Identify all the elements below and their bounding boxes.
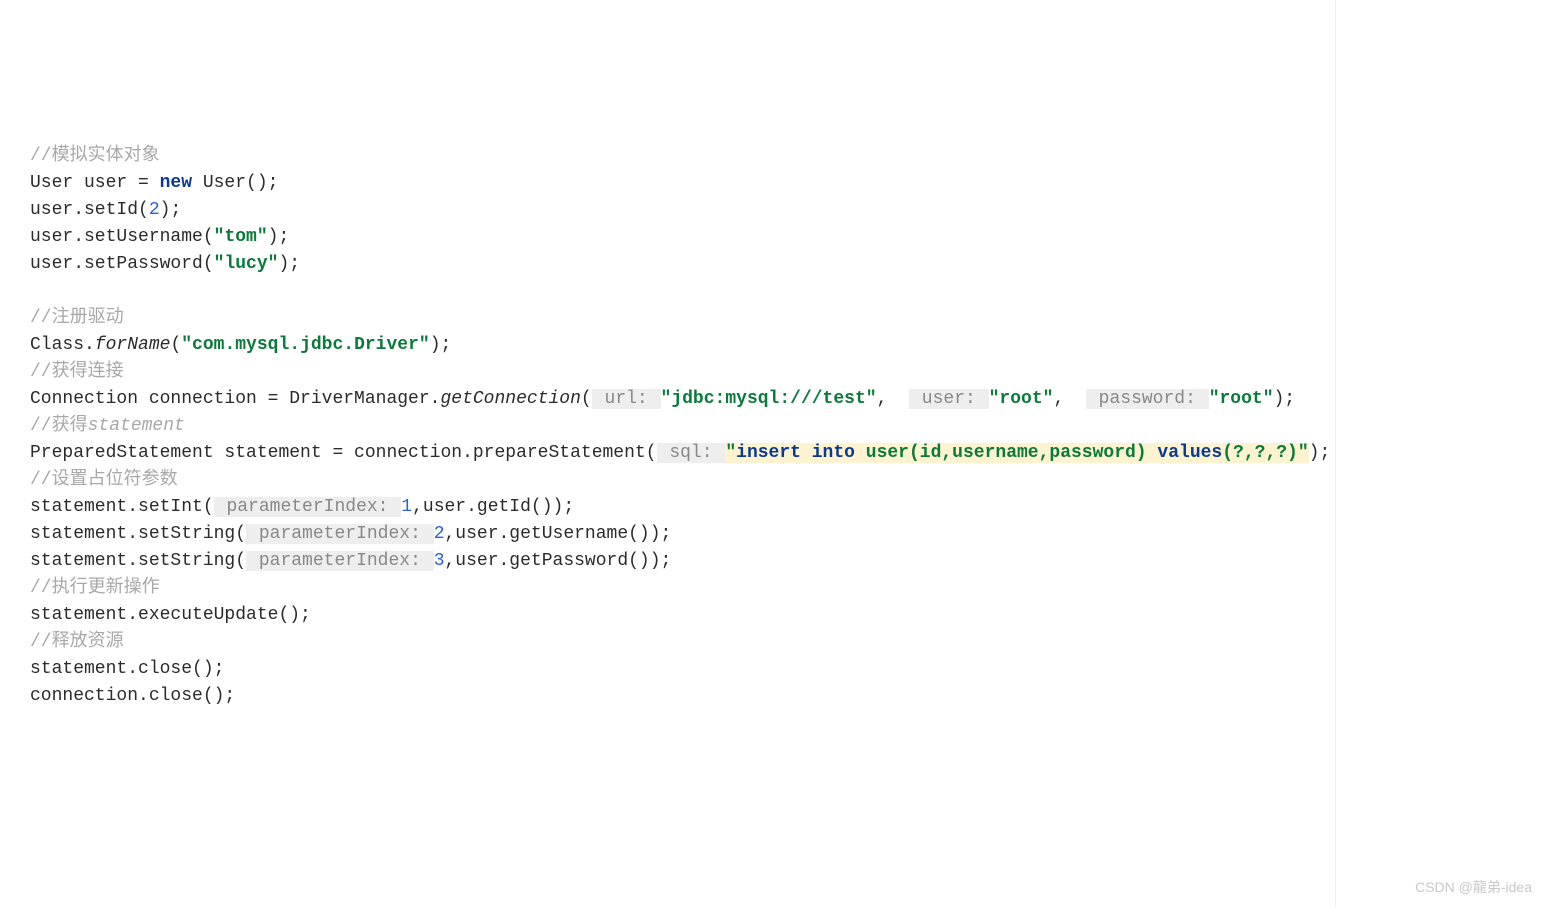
code-block: //模拟实体对象 User user = new User(); user.se…	[30, 143, 1546, 710]
code: );	[430, 335, 452, 355]
code: ,user.getPassword());	[445, 551, 672, 571]
param-hint-index: parameterIndex:	[246, 551, 434, 571]
param-hint-url: url:	[592, 389, 661, 409]
string: "root"	[1209, 389, 1274, 409]
code: (	[581, 389, 592, 409]
code: connection.close();	[30, 686, 235, 706]
code: ,	[1053, 389, 1064, 409]
code: );	[278, 254, 300, 274]
param-hint-index: parameterIndex:	[246, 524, 434, 544]
comment: //执行更新操作	[30, 578, 160, 598]
sql-keyword: insert into	[736, 443, 866, 463]
string: "lucy"	[214, 254, 279, 274]
code: (	[170, 335, 181, 355]
code: statement.executeUpdate();	[30, 605, 311, 625]
param-hint-index: parameterIndex:	[214, 497, 402, 517]
code: user.setUsername(	[30, 227, 214, 247]
code: User();	[192, 173, 278, 193]
code: ,	[877, 389, 888, 409]
comment: statement	[88, 416, 185, 436]
static-method: getConnection	[440, 389, 580, 409]
keyword-new: new	[160, 173, 192, 193]
code: ,user.getUsername());	[445, 524, 672, 544]
string: "tom"	[214, 227, 268, 247]
code: );	[268, 227, 290, 247]
number: 2	[149, 200, 160, 220]
comment: //获得连接	[30, 362, 124, 382]
comment: //获得	[30, 416, 88, 436]
code: statement.close();	[30, 659, 224, 679]
sql-string: "insert into user(id,username,password) …	[725, 443, 1308, 463]
code: statement.setString(	[30, 524, 246, 544]
code: statement.setString(	[30, 551, 246, 571]
string: "root"	[989, 389, 1054, 409]
comment: //注册驱动	[30, 308, 124, 328]
code: statement.setInt(	[30, 497, 214, 517]
comment: //设置占位符参数	[30, 470, 178, 490]
comment: //释放资源	[30, 632, 124, 652]
sql-text: user(id,username,password)	[866, 443, 1158, 463]
watermark: CSDN @龍弟-idea	[1415, 874, 1532, 901]
quote: "	[725, 443, 736, 463]
code: Class.	[30, 335, 95, 355]
param-hint-sql: sql:	[657, 443, 726, 463]
number: 3	[434, 551, 445, 571]
code: PreparedStatement statement = connection…	[30, 443, 657, 463]
vertical-guide	[1335, 0, 1336, 907]
code: );	[1309, 443, 1331, 463]
comment: //模拟实体对象	[30, 146, 160, 166]
number: 1	[401, 497, 412, 517]
code: User user =	[30, 173, 160, 193]
param-hint-user: user:	[909, 389, 989, 409]
code: );	[1274, 389, 1296, 409]
string: "jdbc:mysql:///test"	[661, 389, 877, 409]
sql-text: (?,?,?)	[1222, 443, 1298, 463]
string: "com.mysql.jdbc.Driver"	[181, 335, 429, 355]
code: Connection connection = DriverManager.	[30, 389, 440, 409]
param-hint-password: password:	[1086, 389, 1209, 409]
code: );	[160, 200, 182, 220]
code: user.setPassword(	[30, 254, 214, 274]
sql-keyword: values	[1157, 443, 1222, 463]
code: user.setId(	[30, 200, 149, 220]
number: 2	[434, 524, 445, 544]
quote: "	[1298, 443, 1309, 463]
code: ,user.getId());	[412, 497, 574, 517]
static-method: forName	[95, 335, 171, 355]
